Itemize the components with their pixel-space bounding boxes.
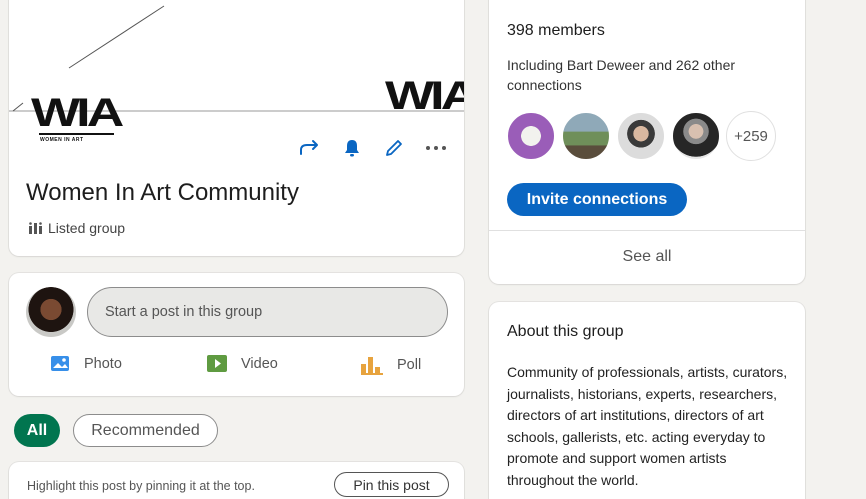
video-label: Video <box>241 355 278 372</box>
more-button[interactable] <box>422 135 450 161</box>
more-dots-icon <box>426 146 446 150</box>
pin-post-button[interactable]: Pin this post <box>334 472 449 497</box>
about-group-card: About this group Community of profession… <box>489 302 805 499</box>
banner-logo: WIA <box>385 74 464 118</box>
listed-group-icon <box>29 222 42 234</box>
share-arrow-icon <box>300 140 318 155</box>
bell-icon <box>345 140 359 157</box>
filter-recommended-pill[interactable]: Recommended <box>73 414 218 447</box>
filter-all-pill[interactable]: All <box>14 414 60 447</box>
group-visibility-label: Listed group <box>48 220 126 236</box>
group-logo: WIA <box>31 91 124 135</box>
photo-icon <box>51 356 69 371</box>
my-avatar[interactable] <box>26 287 76 337</box>
edit-button[interactable] <box>380 135 408 161</box>
see-all-link[interactable]: See all <box>489 248 805 266</box>
pin-post-card: Highlight this post by pinning it at the… <box>9 462 464 499</box>
pin-hint-text: Highlight this post by pinning it at the… <box>27 479 255 493</box>
logo-underline <box>39 133 114 135</box>
share-button[interactable] <box>296 135 324 161</box>
about-description: Community of professionals, artists, cur… <box>507 364 788 488</box>
group-visibility: Listed group <box>29 220 125 236</box>
member-avatar[interactable] <box>671 111 721 161</box>
member-avatar[interactable] <box>506 111 556 161</box>
video-icon <box>207 355 227 372</box>
notifications-button[interactable] <box>338 135 366 161</box>
invite-connections-button[interactable]: Invite connections <box>507 183 687 216</box>
group-logo-subtext: WOMEN IN ART <box>40 137 84 143</box>
members-description: Including Bart Deweer and 262 other conn… <box>507 57 736 93</box>
poll-label: Poll <box>397 357 422 373</box>
group-header-card: WIA WOMEN IN ART WIA Women In Art Commun… <box>9 0 464 256</box>
pencil-icon <box>386 140 402 156</box>
group-name: Women In Art Community <box>26 179 299 206</box>
about-title: About this group <box>507 323 624 340</box>
post-composer-card: Start a post in this group Photo Video P… <box>9 273 464 396</box>
members-card: 398 members Including Bart Deweer and 26… <box>489 0 805 284</box>
divider <box>489 230 805 231</box>
member-avatar[interactable] <box>561 111 611 161</box>
members-count: 398 members <box>507 22 605 39</box>
member-avatar[interactable] <box>616 111 666 161</box>
start-post-input[interactable]: Start a post in this group <box>87 287 448 337</box>
photo-button[interactable]: Photo <box>50 355 122 372</box>
photo-label: Photo <box>84 355 122 372</box>
poll-button[interactable]: Poll <box>361 355 421 375</box>
poll-icon <box>361 357 383 375</box>
more-members-count[interactable]: +259 <box>726 111 776 161</box>
group-actions <box>296 135 450 161</box>
video-button[interactable]: Video <box>207 355 278 372</box>
